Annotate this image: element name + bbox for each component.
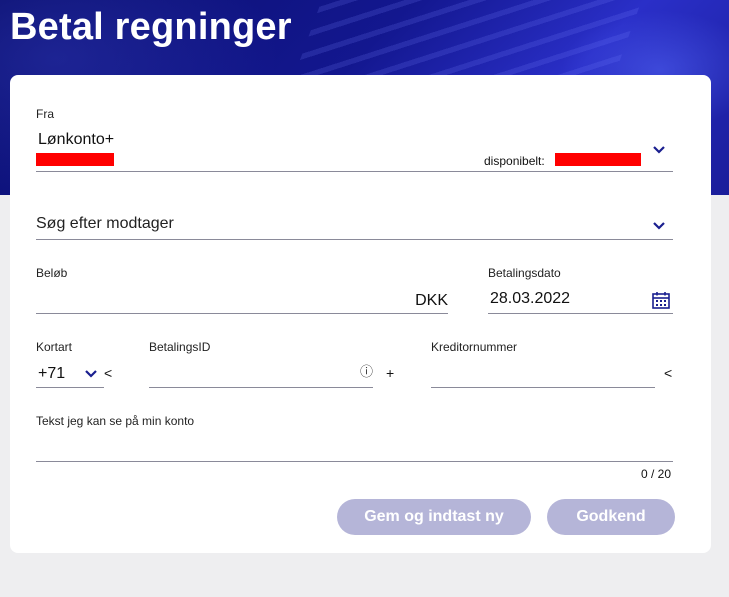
page-title: Betal regninger (10, 6, 292, 48)
creditor-number-input[interactable] (431, 359, 655, 387)
payment-date-underline (488, 313, 673, 314)
payment-form-card: Fra Lønkonto+ disponibelt: Søg efter mod… (10, 75, 711, 553)
chevron-down-icon (85, 370, 97, 378)
own-text-underline (36, 461, 673, 462)
payment-date-label: Betalingsdato (488, 266, 561, 280)
payment-id-underline (149, 387, 373, 388)
save-and-new-button[interactable]: Gem og indtast ny (337, 499, 531, 535)
own-text-input[interactable] (36, 433, 673, 461)
creditor-number-label: Kreditornummer (431, 340, 518, 354)
info-icon[interactable]: ⓘ (360, 361, 373, 380)
payment-id-suffix: + (386, 365, 395, 381)
amount-label: Beløb (36, 266, 68, 280)
amount-input[interactable]: DKK (36, 285, 448, 313)
currency-label: DKK (415, 292, 448, 309)
recipient-search[interactable]: Søg efter modtager (36, 209, 673, 239)
from-account-select[interactable]: Lønkonto+ disponibelt: (36, 125, 673, 171)
own-text-label: Tekst jeg kan se på min konto (36, 414, 195, 428)
redacted-account-number (36, 153, 114, 166)
amount-underline (36, 313, 448, 314)
card-type-suffix: < (104, 365, 113, 381)
payment-date-input[interactable]: 28.03.2022 (488, 285, 673, 313)
from-label: Fra (36, 107, 54, 121)
character-counter: 0 / 20 (640, 467, 671, 481)
available-label: disponibelt: (484, 154, 545, 168)
creditor-number-suffix: < (664, 365, 673, 381)
from-account-name: Lønkonto+ (38, 131, 115, 148)
card-type-select[interactable]: +71 (36, 359, 104, 387)
payment-date-value: 28.03.2022 (490, 290, 571, 307)
card-type-value: +71 (38, 365, 66, 382)
card-type-underline (36, 387, 104, 388)
calendar-icon[interactable] (652, 291, 670, 309)
card-type-label: Kortart (36, 340, 73, 354)
redacted-available-amount (555, 153, 641, 166)
chevron-down-icon (653, 222, 665, 230)
recipient-underline (36, 239, 673, 240)
creditor-number-underline (431, 387, 655, 388)
recipient-placeholder: Søg efter modtager (36, 215, 174, 232)
approve-button[interactable]: Godkend (547, 499, 675, 535)
from-underline (36, 171, 673, 172)
payment-id-input[interactable]: ⓘ (149, 359, 373, 387)
chevron-down-icon (653, 146, 665, 154)
payment-id-label: BetalingsID (149, 340, 211, 354)
